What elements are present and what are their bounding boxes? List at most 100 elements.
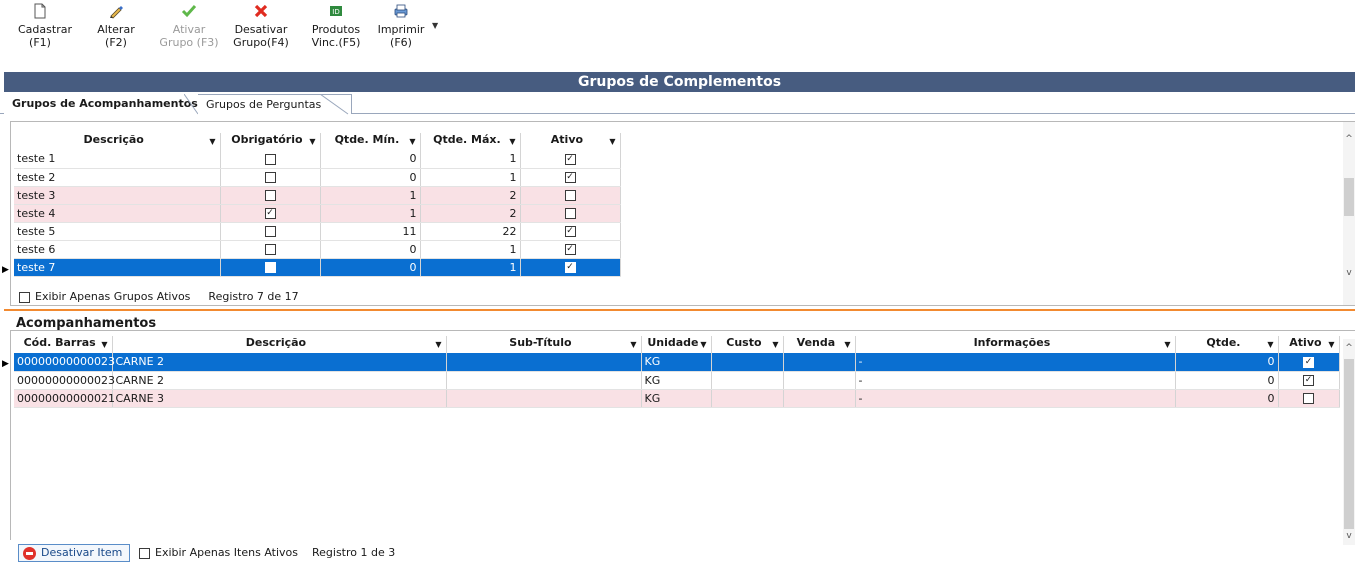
desativar-grupo-button[interactable]: Desativar Grupo(F4) — [233, 3, 289, 49]
stop-icon — [23, 547, 36, 560]
unchecked-checkbox[interactable] — [264, 226, 276, 237]
column-filter-arrow-icon[interactable]: ▼ — [209, 133, 215, 150]
table-row[interactable]: teste 5 11 22 ✓ — [14, 222, 621, 241]
checked-checkbox[interactable]: ✓ — [564, 244, 576, 255]
produtos-vinc-button[interactable]: ID Produtos Vinc.(F5) — [309, 3, 363, 49]
scroll-up-icon[interactable]: ^ — [1343, 343, 1355, 353]
checked-checkbox[interactable]: ✓ — [564, 153, 576, 165]
ativar-label: Ativar — [172, 23, 206, 36]
column-filter-arrow-icon[interactable]: ▼ — [509, 133, 515, 150]
itens-ativos-filter: Exibir Apenas Itens Ativos — [139, 544, 298, 562]
obrigatorio-cell — [220, 240, 321, 259]
acompanhamentos-column-label: Descrição — [245, 336, 307, 349]
check-icon — [157, 3, 221, 21]
row-indicator-icon: ▶ — [2, 264, 9, 275]
alterar-button[interactable]: Alterar (F2) — [96, 3, 136, 49]
ativar-grupo-button[interactable]: Ativar Grupo (F3) — [157, 3, 221, 49]
column-filter-arrow-icon[interactable]: ▼ — [772, 336, 778, 353]
checked-checkbox[interactable]: ✓ — [1303, 356, 1314, 368]
table-row[interactable]: teste 6 0 1 ✓ — [14, 240, 621, 259]
grupos-column-header[interactable]: ▼ Qtde. Mín. — [320, 133, 421, 150]
acompanhamentos-column-header[interactable]: ▼ Ativo — [1278, 336, 1340, 353]
scroll-down-icon[interactable]: v — [1343, 268, 1355, 278]
custo-cell — [711, 353, 784, 372]
desativar-item-button[interactable]: Desativar Item — [18, 544, 130, 562]
unchecked-checkbox[interactable] — [264, 172, 276, 183]
acompanhamentos-column-header[interactable]: ▼ Unidade — [641, 336, 712, 353]
table-row[interactable]: teste 2 0 1 ✓ — [14, 168, 621, 187]
grupos-column-header[interactable]: ▼ Qtde. Máx. — [420, 133, 521, 150]
custo-cell — [711, 389, 784, 408]
scrollbar-thumb[interactable] — [1344, 178, 1354, 216]
table-row[interactable]: 00000000000023 CARNE 2 KG -0 ✓ — [14, 371, 1340, 390]
column-filter-arrow-icon[interactable]: ▼ — [1328, 336, 1334, 353]
unidade-cell: KG — [641, 353, 712, 372]
grupos-ativos-checkbox[interactable] — [19, 291, 30, 303]
tab-slant-icon — [320, 94, 349, 115]
checked-checkbox[interactable]: ✓ — [1303, 375, 1314, 386]
unchecked-checkbox[interactable] — [264, 244, 276, 255]
checked-checkbox[interactable]: ✓ — [264, 208, 276, 219]
acompanhamentos-column-header[interactable]: ▼ Custo — [711, 336, 784, 353]
tab-grupos-acompanhamentos[interactable]: Grupos de Acompanhamentos — [4, 94, 206, 114]
grupos-column-header[interactable]: ▼ Obrigatório — [220, 133, 321, 150]
pencil-icon — [96, 3, 136, 21]
venda-cell — [783, 389, 856, 408]
acompanhamentos-column-header[interactable]: ▼ Informações — [855, 336, 1176, 353]
scroll-up-icon[interactable]: ^ — [1343, 134, 1355, 144]
table-row[interactable]: 00000000000023 ▶ CARNE 2 KG -0 ✓ — [2, 353, 1340, 372]
scroll-down-icon[interactable]: v — [1343, 531, 1355, 541]
unchecked-checkbox[interactable] — [264, 190, 276, 201]
qtde-min-cell: 0 — [320, 240, 421, 259]
column-filter-arrow-icon[interactable]: ▼ — [844, 336, 850, 353]
scrollbar-thumb[interactable] — [1344, 359, 1354, 529]
unchecked-checkbox[interactable] — [1303, 393, 1314, 404]
qtde-min-cell: 1 — [320, 186, 421, 205]
itens-ativos-checkbox[interactable] — [139, 547, 150, 559]
column-filter-arrow-icon[interactable]: ▼ — [1267, 336, 1273, 353]
checked-checkbox[interactable]: ✓ — [564, 172, 576, 183]
table-row[interactable]: teste 3 12 — [14, 186, 621, 205]
products-icon: ID — [309, 3, 363, 21]
imprimir-dropdown-arrow-icon[interactable]: ▼ — [432, 21, 438, 30]
imprimir-button[interactable]: Imprimir (F6) — [377, 3, 425, 49]
column-filter-arrow-icon[interactable]: ▼ — [700, 336, 706, 353]
unchecked-checkbox[interactable] — [564, 208, 576, 219]
informacoes-cell: - — [855, 389, 1176, 408]
acompanhamentos-column-label: Custo — [726, 336, 762, 349]
checked-checkbox[interactable]: ✓ — [564, 262, 576, 273]
acompanhamentos-column-header[interactable]: ▼ Descrição — [112, 336, 447, 353]
grupos-column-header[interactable]: ▼ Descrição — [14, 133, 221, 150]
column-filter-arrow-icon[interactable]: ▼ — [1164, 336, 1170, 353]
column-filter-arrow-icon[interactable]: ▼ — [630, 336, 636, 353]
unchecked-checkbox[interactable] — [564, 190, 576, 201]
acompanhamentos-column-header[interactable]: ▼ Qtde. — [1175, 336, 1279, 353]
acompanhamentos-column-header[interactable]: ▼ Cód. Barras — [14, 336, 113, 353]
table-row[interactable]: teste 7 ▶ 0 1 ✓ — [2, 258, 621, 277]
column-filter-arrow-icon[interactable]: ▼ — [409, 133, 415, 150]
subtitulo-cell — [446, 353, 642, 372]
unchecked-checkbox[interactable] — [264, 262, 276, 273]
cadastrar-button[interactable]: Cadastrar (F1) — [18, 3, 72, 49]
table-row[interactable]: teste 1 0 1 ✓ — [14, 150, 621, 169]
ativo-cell — [1278, 389, 1340, 408]
grupos-header-row: ▼ Descrição ▼ Obrigatório ▼ Qtde. Mín. ▼ Qtde. … — [14, 133, 621, 150]
subtitulo-cell — [446, 371, 642, 390]
acompanhamentos-column-header[interactable]: ▼ Venda — [783, 336, 856, 353]
column-filter-arrow-icon[interactable]: ▼ — [309, 133, 315, 150]
qtde-min-cell: 11 — [320, 222, 421, 241]
acompanhamentos-column-label: Venda — [796, 336, 836, 349]
column-filter-arrow-icon[interactable]: ▼ — [101, 336, 107, 353]
table-row[interactable]: teste 4 ✓ 1 2 — [14, 204, 621, 223]
grupos-column-header[interactable]: ▼ Ativo — [520, 133, 621, 150]
unchecked-checkbox[interactable] — [264, 153, 276, 165]
checked-checkbox[interactable]: ✓ — [564, 226, 576, 237]
grupos-vertical-scrollbar[interactable]: ^ v — [1343, 122, 1355, 305]
grupos-column-label: Obrigatório — [231, 133, 303, 146]
table-row[interactable]: 00000000000021 CARNE 3 KG -0 — [14, 389, 1340, 408]
qtde-max-cell: 1 — [420, 258, 521, 277]
column-filter-arrow-icon[interactable]: ▼ — [435, 336, 441, 353]
acompanhamentos-column-header[interactable]: ▼ Sub-Título — [446, 336, 642, 353]
column-filter-arrow-icon[interactable]: ▼ — [609, 133, 615, 150]
acompanhamentos-vertical-scrollbar[interactable]: ^ v — [1343, 339, 1355, 545]
